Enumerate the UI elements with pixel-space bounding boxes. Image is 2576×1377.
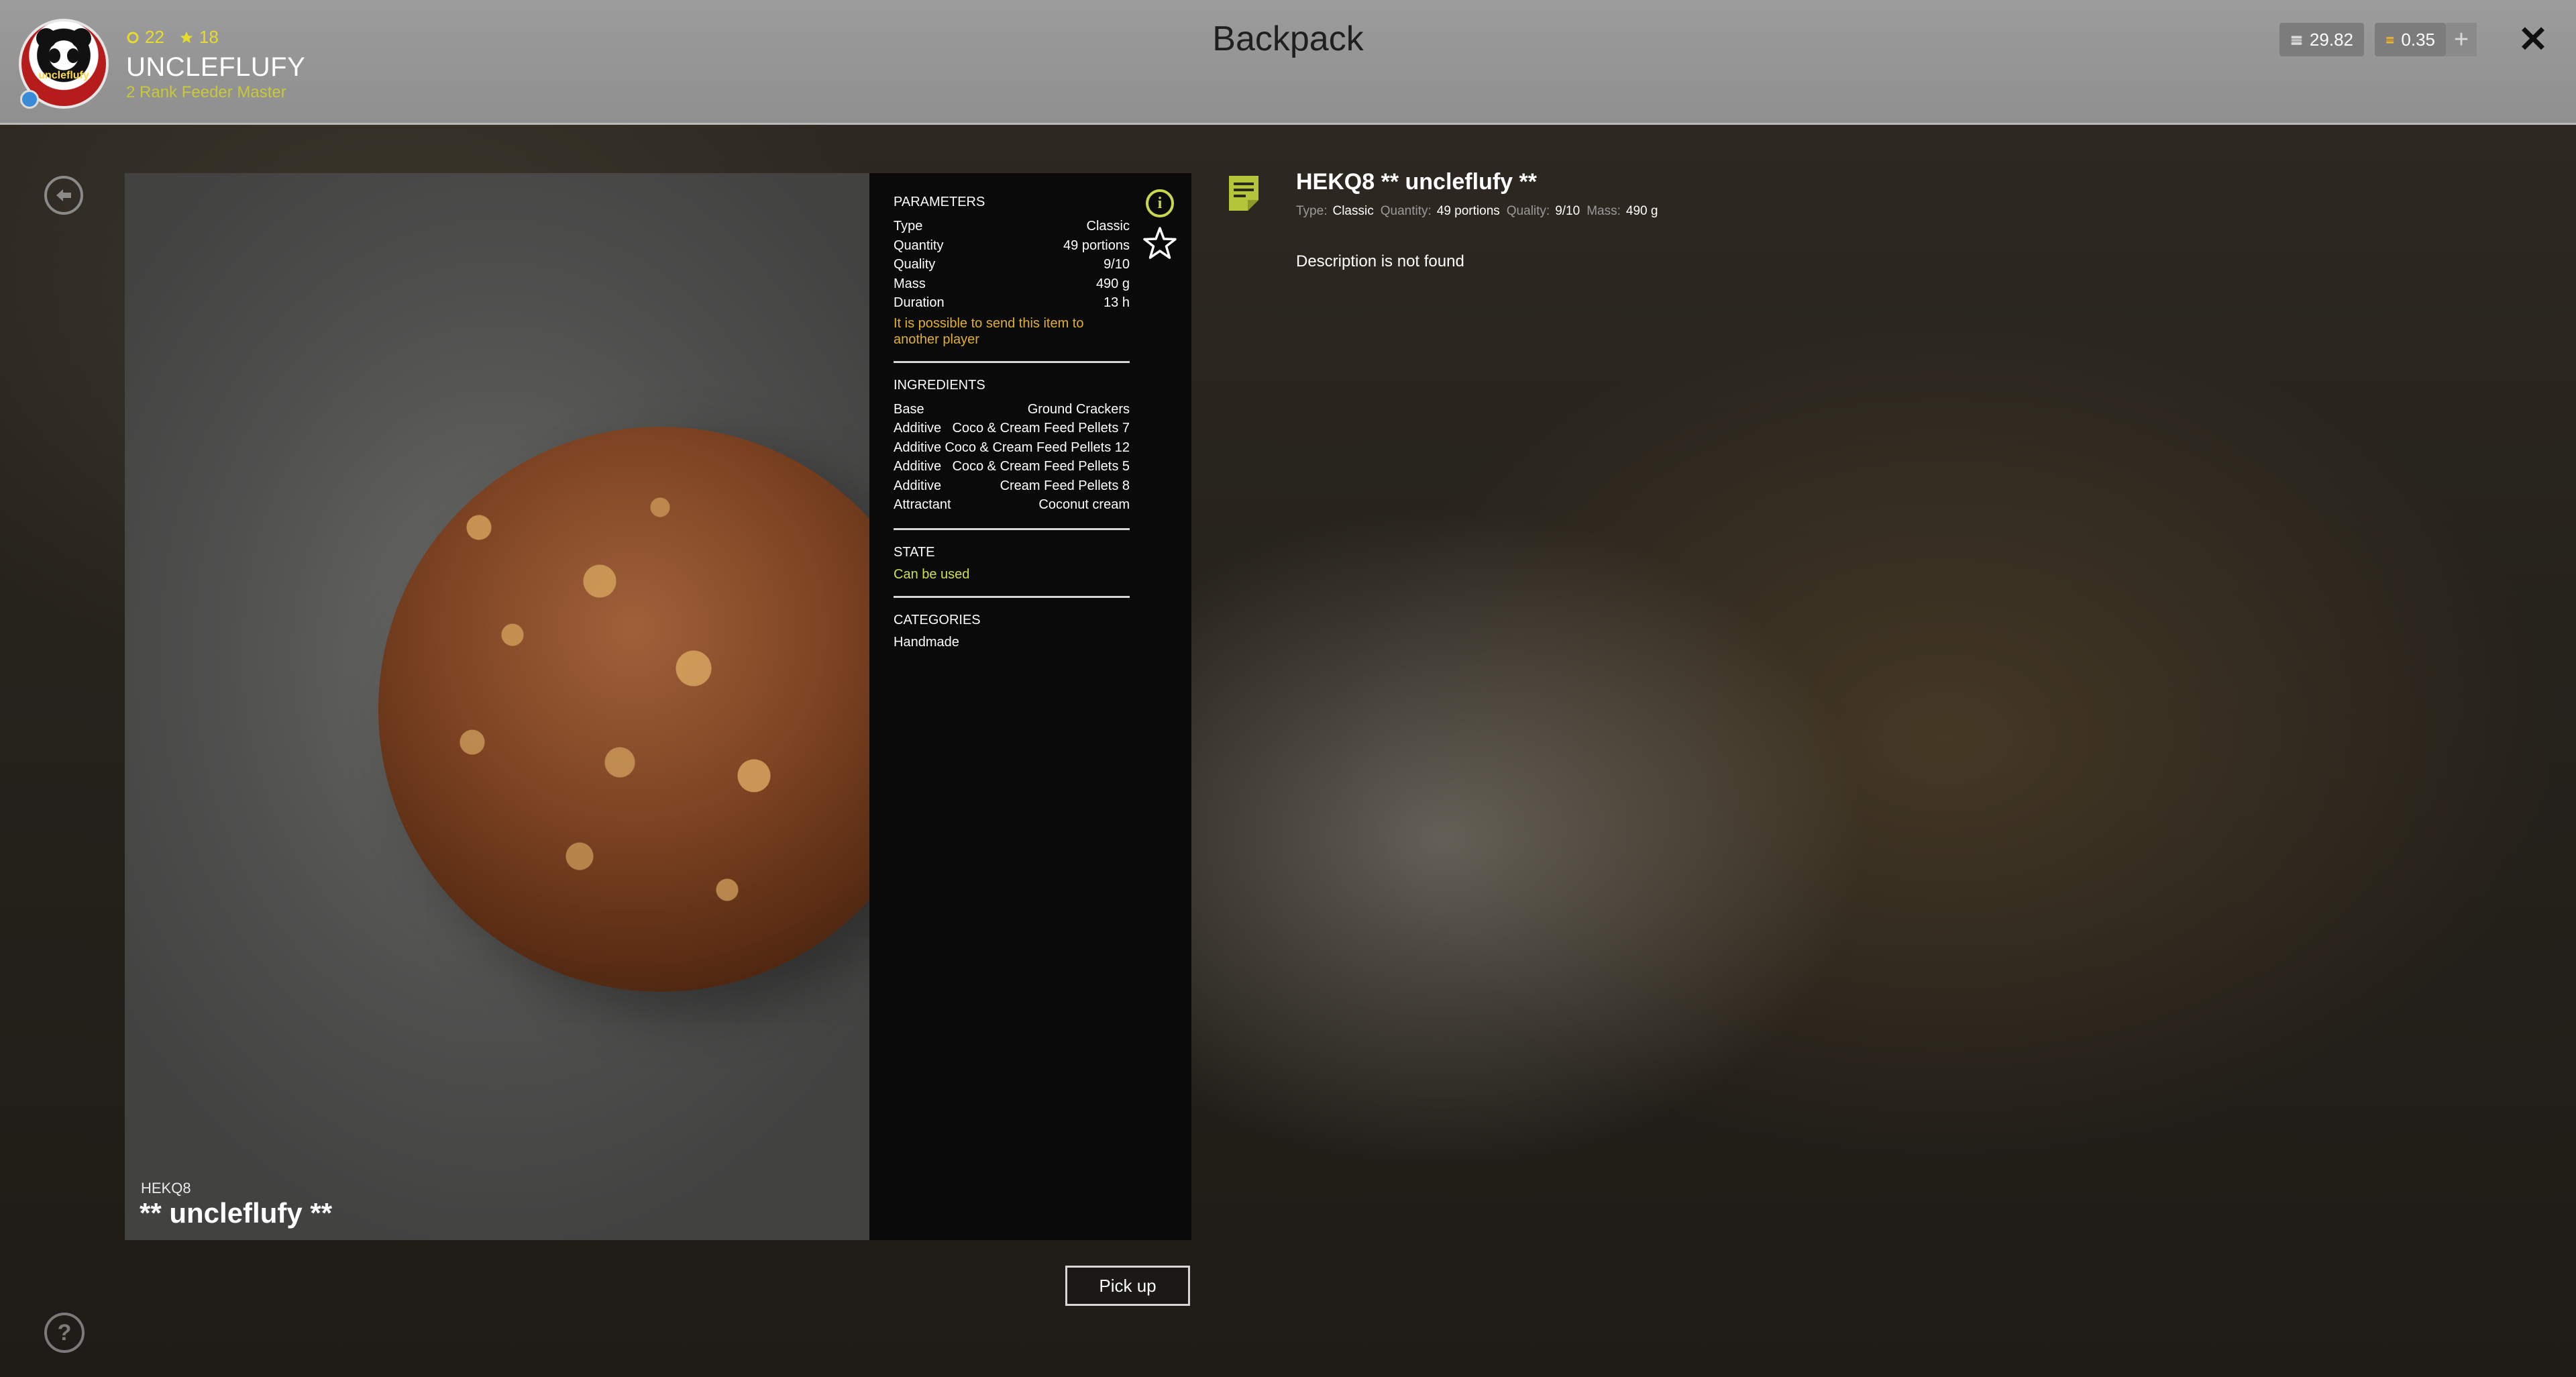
meta-value: Classic bbox=[1332, 204, 1374, 218]
divider bbox=[894, 360, 1130, 363]
question-icon: ? bbox=[57, 1319, 72, 1345]
detail-title: HEKQ8 ** uncleflufy ** bbox=[1296, 169, 1537, 195]
ingredient-label: Additive bbox=[894, 440, 942, 455]
ingredient-label: Additive bbox=[894, 459, 942, 474]
param-label: Mass bbox=[894, 276, 926, 291]
param-label: Quality bbox=[894, 257, 936, 272]
param-row: Mass 490 g bbox=[894, 274, 1130, 294]
silver-value: 29.82 bbox=[2309, 29, 2353, 50]
favorite-star-icon[interactable] bbox=[1142, 225, 1178, 262]
gold-value: 0.35 bbox=[2401, 29, 2435, 50]
back-arrow-icon bbox=[56, 189, 71, 201]
param-value: 9/10 bbox=[1104, 257, 1130, 272]
param-row: Quantity 49 portions bbox=[894, 236, 1130, 256]
categories-value: Handmade bbox=[894, 634, 959, 650]
top-bar: uncleflufy 22 18 UNCLEFLUFY 2 Rank Feede… bbox=[0, 0, 2576, 125]
ingredient-row: Additive Coco & Cream Feed Pellets 7 bbox=[894, 419, 1130, 438]
gold-currency[interactable]: 0.35 bbox=[2375, 23, 2446, 56]
ingredient-value: Cream Feed Pellets 8 bbox=[1000, 478, 1130, 493]
preview-item-name: ** uncleflufy ** bbox=[140, 1197, 333, 1229]
param-value: 13 h bbox=[1104, 295, 1130, 310]
ingredient-label: Additive bbox=[894, 421, 942, 436]
ingredient-label: Additive bbox=[894, 478, 942, 493]
preview-item-code: HEKQ8 bbox=[141, 1180, 191, 1196]
detail-description: Description is not found bbox=[1296, 252, 1464, 270]
ingredient-row: Additive Coco & Cream Feed Pellets 12 bbox=[894, 438, 1130, 458]
divider bbox=[894, 595, 1130, 598]
item-info-panel: PARAMETERS Type Classic Quantity 49 portio… bbox=[869, 173, 1191, 1240]
param-row: Duration 13 h bbox=[894, 293, 1130, 313]
divider bbox=[894, 527, 1130, 530]
state-heading: STATE bbox=[894, 544, 935, 560]
meta-value: 9/10 bbox=[1555, 204, 1580, 218]
ingredient-row: Additive Cream Feed Pellets 8 bbox=[894, 476, 1130, 496]
param-row: Type Classic bbox=[894, 217, 1130, 236]
ingredient-value: Coconut cream bbox=[1038, 497, 1130, 512]
param-label: Duration bbox=[894, 295, 945, 310]
silver-currency[interactable]: 29.82 bbox=[2279, 23, 2364, 56]
param-label: Quantity bbox=[894, 238, 944, 253]
page-title: Backpack bbox=[1212, 19, 1364, 58]
meta-label: Quality: bbox=[1506, 204, 1550, 218]
ingredient-value: Ground Crackers bbox=[1027, 401, 1130, 417]
ingredient-value: Coco & Cream Feed Pellets 12 bbox=[945, 440, 1130, 455]
ingredient-row: Base Ground Crackers bbox=[894, 400, 1130, 419]
param-value: Classic bbox=[1086, 219, 1130, 234]
info-content: PARAMETERS Type Classic Quantity 49 portio… bbox=[894, 195, 1130, 650]
parameters-heading: PARAMETERS bbox=[894, 195, 985, 209]
categories-heading: CATEGORIES bbox=[894, 612, 981, 627]
meta-value: 49 portions bbox=[1436, 204, 1500, 218]
meta-label: Type: bbox=[1296, 204, 1328, 218]
param-row: Quality 9/10 bbox=[894, 255, 1130, 274]
ingredient-row: Attractant Coconut cream bbox=[894, 495, 1130, 515]
ingredient-label: Base bbox=[894, 401, 924, 417]
user-rank: 2 Rank Feeder Master bbox=[126, 83, 286, 101]
silver-coins-icon bbox=[2291, 36, 2302, 45]
gold-coins-icon bbox=[2386, 37, 2394, 44]
add-currency-button[interactable]: + bbox=[2446, 23, 2477, 56]
back-button[interactable] bbox=[44, 176, 83, 215]
close-button[interactable]: ✕ bbox=[2514, 19, 2552, 60]
info-icon[interactable]: i bbox=[1146, 189, 1174, 217]
state-value: Can be used bbox=[894, 566, 970, 582]
ingredient-value: Coco & Cream Feed Pellets 7 bbox=[952, 421, 1130, 436]
param-value: 490 g bbox=[1095, 276, 1130, 291]
status-badge bbox=[20, 90, 39, 109]
help-button[interactable]: ? bbox=[44, 1313, 85, 1353]
ingredients-heading: INGREDIENTS bbox=[894, 377, 985, 393]
ingredient-label: Attractant bbox=[894, 497, 951, 512]
pick-up-button[interactable]: Pick up bbox=[1065, 1266, 1190, 1306]
ingredient-value: Coco & Cream Feed Pellets 5 bbox=[952, 459, 1130, 474]
ingredient-row: Additive Coco & Cream Feed Pellets 5 bbox=[894, 457, 1130, 476]
document-icon bbox=[1229, 176, 1258, 211]
detail-meta: Type: Classic Quantity: 49 portions Qualit… bbox=[1296, 204, 1659, 219]
meta-label: Quantity: bbox=[1380, 204, 1432, 218]
param-label: Type bbox=[894, 219, 923, 234]
bait-ball-image bbox=[378, 427, 869, 992]
param-value: 49 portions bbox=[1063, 238, 1130, 253]
send-note: It is possible to send this item to anot… bbox=[894, 315, 1084, 347]
item-preview[interactable]: HEKQ8 ** uncleflufy ** bbox=[125, 173, 869, 1240]
avatar-text: uncleflufy bbox=[38, 70, 89, 81]
meta-value: 490 g bbox=[1625, 204, 1658, 218]
meta-label: Mass: bbox=[1587, 204, 1621, 218]
